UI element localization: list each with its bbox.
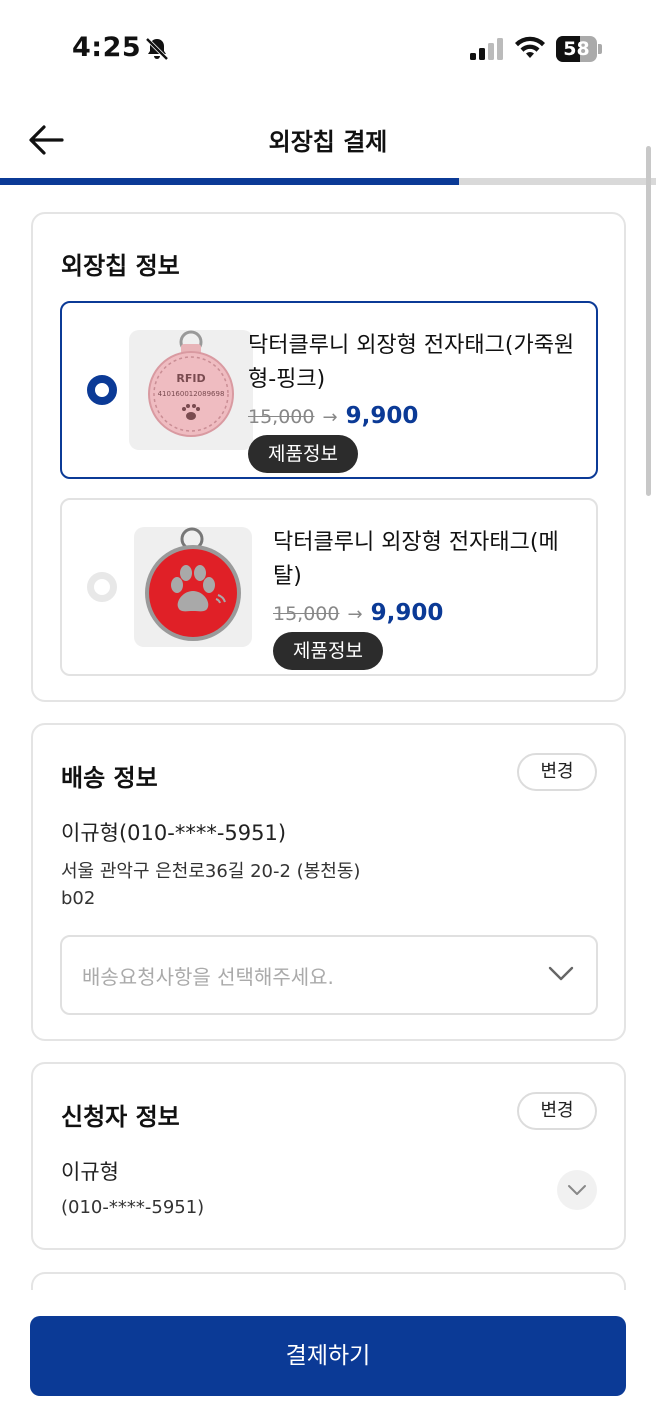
shipping-card: 배송 정보 변경 이규형(010-****-5951) 서울 관악구 은천로36… bbox=[31, 723, 626, 1041]
product-option-leather-pink[interactable]: RFID 410160012089698 닥터클루니 외장형 전자태그(가죽원형… bbox=[60, 301, 598, 479]
shipping-recipient: 이규형(010-****-5951) bbox=[61, 821, 287, 845]
chevron-down-icon bbox=[568, 1185, 586, 1195]
shipping-address-detail: b02 bbox=[61, 888, 96, 909]
product-image-metal-tag bbox=[134, 527, 252, 647]
delivery-request-placeholder: 배송요청사항을 선택해주세요. bbox=[82, 965, 334, 989]
applicant-card: 신청자 정보 변경 이규형 (010-****-5951) bbox=[31, 1062, 626, 1250]
product-name: 닥터클루니 외장형 전자태그(가죽원형-핑크) bbox=[248, 333, 575, 392]
price-row: 15,000 → 9,900 bbox=[273, 600, 443, 626]
bell-off-icon bbox=[145, 37, 169, 61]
status-time: 4:25 bbox=[72, 32, 142, 63]
header: 외장칩 결제 bbox=[0, 100, 656, 178]
wifi-icon bbox=[515, 36, 545, 58]
scrollbar[interactable] bbox=[646, 146, 651, 496]
shipping-change-button[interactable]: 변경 bbox=[517, 753, 597, 791]
product-image-pink-tag: RFID 410160012089698 bbox=[129, 330, 253, 450]
product-info-button[interactable]: 제품정보 bbox=[248, 435, 358, 473]
applicant-phone: (010-****-5951) bbox=[61, 1197, 205, 1218]
original-price: 15,000 bbox=[273, 603, 340, 625]
price-arrow: → bbox=[322, 407, 338, 428]
metal-tag-image bbox=[145, 527, 241, 641]
pink-leather-tag-image: RFID 410160012089698 bbox=[148, 330, 234, 437]
product-name: 닥터클루니 외장형 전자태그(메탈) bbox=[273, 530, 559, 589]
progress-fill bbox=[0, 178, 460, 185]
product-info-button[interactable]: 제품정보 bbox=[273, 632, 383, 670]
shipping-title: 배송 정보 bbox=[61, 764, 158, 792]
chip-info-card: 외장칩 정보 RFID 410160012089698 닥터클루니 외장형 전자… bbox=[31, 212, 626, 702]
status-bar: 4:25 58 bbox=[0, 0, 656, 100]
battery-icon: 58 bbox=[556, 36, 602, 62]
signal-icon bbox=[470, 38, 503, 60]
product-option-metal[interactable]: 닥터클루니 외장형 전자태그(메탈) 15,000 → 9,900 제품정보 bbox=[60, 498, 598, 676]
applicant-change-button[interactable]: 변경 bbox=[517, 1092, 597, 1130]
progress-bar bbox=[0, 178, 656, 185]
chip-info-title: 외장칩 정보 bbox=[61, 252, 180, 280]
applicant-expand-button[interactable] bbox=[557, 1170, 597, 1210]
delivery-request-select[interactable]: 배송요청사항을 선택해주세요. bbox=[60, 935, 598, 1015]
original-price: 15,000 bbox=[248, 406, 315, 428]
page-title: 외장칩 결제 bbox=[268, 128, 388, 156]
pay-button[interactable]: 결제하기 bbox=[30, 1316, 626, 1396]
battery-level: 58 bbox=[563, 38, 590, 60]
tag-number-text: 410160012089698 bbox=[158, 390, 225, 398]
radio-selected[interactable] bbox=[87, 375, 117, 405]
price-row: 15,000 → 9,900 bbox=[248, 403, 418, 429]
tag-rfid-text: RFID bbox=[176, 372, 205, 385]
sale-price: 9,900 bbox=[370, 600, 444, 626]
chevron-down-icon bbox=[548, 966, 574, 981]
sale-price: 9,900 bbox=[345, 403, 419, 429]
shipping-address: 서울 관악구 은천로36길 20-2 (봉천동) bbox=[61, 861, 361, 882]
applicant-title: 신청자 정보 bbox=[61, 1103, 180, 1131]
radio-unselected[interactable] bbox=[87, 572, 117, 602]
applicant-name: 이규형 bbox=[61, 1160, 119, 1184]
price-arrow: → bbox=[347, 604, 363, 625]
